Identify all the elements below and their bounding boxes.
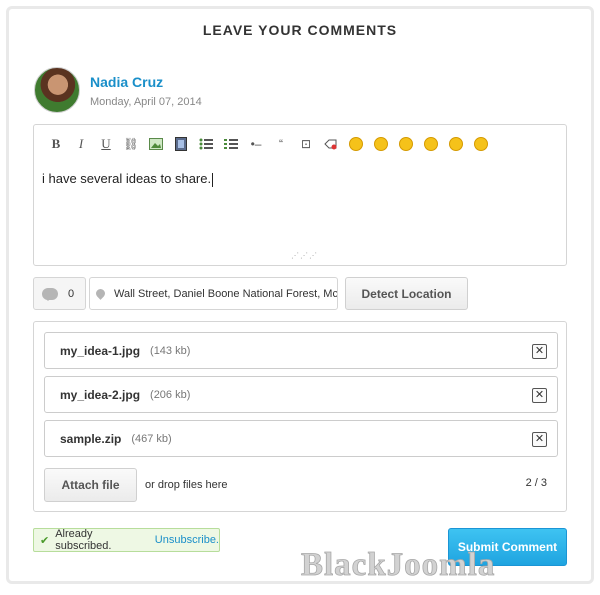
file-name: my_idea-1.jpg	[60, 343, 141, 358]
file-size: (143 kb)	[150, 344, 191, 357]
link-icon[interactable]: ⛓	[121, 134, 141, 154]
attachments-panel: my_idea-1.jpg (143 kb) ✕ my_idea-2.jpg (…	[33, 321, 567, 512]
comment-count: 0	[68, 287, 75, 300]
file-name: my_idea-2.jpg	[60, 387, 141, 402]
svg-text:BlackJoomla: BlackJoomla	[301, 547, 495, 582]
surprised-smiley-icon[interactable]	[396, 134, 416, 154]
drop-zone-hint[interactable]: or drop files here	[145, 479, 228, 491]
file-item: sample.zip (467 kb) ✕	[44, 420, 558, 457]
comment-text[interactable]: i have several ideas to share.	[42, 171, 214, 187]
horizontal-rule-icon[interactable]: •–	[246, 134, 266, 154]
location-pin-icon	[94, 287, 107, 300]
check-icon: ✔	[40, 534, 50, 547]
image-icon[interactable]	[146, 134, 166, 154]
video-icon[interactable]	[171, 134, 191, 154]
location-field[interactable]: Wall Street, Daniel Boone National Fores…	[89, 277, 338, 310]
resize-handle[interactable]: ⋰⋰⋰	[291, 251, 318, 260]
comment-bubble-icon	[42, 287, 58, 301]
watermark-logo: BlackJoomla	[301, 547, 495, 582]
code-icon[interactable]: ⊡	[296, 134, 316, 154]
quote-icon[interactable]: “	[271, 134, 291, 154]
bold-icon[interactable]: B	[46, 134, 66, 154]
author-name[interactable]: Nadia Cruz	[90, 74, 163, 90]
detect-location-button[interactable]: Detect Location	[345, 277, 468, 310]
subscription-status: ✔ Already subscribed. Unsubscribe.	[33, 528, 220, 552]
file-name: sample.zip	[60, 431, 122, 446]
tongue-smiley-icon[interactable]	[421, 134, 441, 154]
sad-smiley-icon[interactable]	[446, 134, 466, 154]
editor-toolbar: B I U ⛓ •– “ ⊡	[34, 125, 566, 163]
bullet-list-icon[interactable]	[196, 134, 216, 154]
file-item: my_idea-2.jpg (206 kb) ✕	[44, 376, 558, 413]
remove-file-icon[interactable]: ✕	[532, 388, 547, 403]
file-size: (206 kb)	[150, 388, 191, 401]
numbered-list-icon[interactable]	[221, 134, 241, 154]
wink-smiley-icon[interactable]	[471, 134, 491, 154]
comment-date: Monday, April 07, 2014	[90, 96, 202, 108]
unsubscribe-link[interactable]: Unsubscribe.	[155, 534, 219, 546]
subscription-text: Already subscribed.	[55, 528, 112, 552]
italic-icon[interactable]: I	[71, 134, 91, 154]
file-counter: 2 / 3	[525, 477, 547, 489]
avatar	[34, 67, 80, 113]
comment-editor[interactable]: B I U ⛓ •– “ ⊡ i have several ideas to s…	[33, 124, 567, 266]
comment-count-box: 0	[33, 277, 86, 310]
section-title: LEAVE YOUR COMMENTS	[202, 22, 398, 38]
remove-file-icon[interactable]: ✕	[532, 344, 547, 359]
attach-file-button[interactable]: Attach file	[44, 468, 137, 502]
underline-icon[interactable]: U	[96, 134, 116, 154]
file-size: (467 kb)	[131, 432, 172, 445]
location-text: Wall Street, Daniel Boone National Fores…	[114, 287, 338, 300]
file-item: my_idea-1.jpg (143 kb) ✕	[44, 332, 558, 369]
clear-formatting-icon[interactable]	[321, 134, 341, 154]
laughing-smiley-icon[interactable]	[371, 134, 391, 154]
text-caret	[212, 172, 214, 187]
remove-file-icon[interactable]: ✕	[532, 432, 547, 447]
smiley-icon[interactable]	[346, 134, 366, 154]
